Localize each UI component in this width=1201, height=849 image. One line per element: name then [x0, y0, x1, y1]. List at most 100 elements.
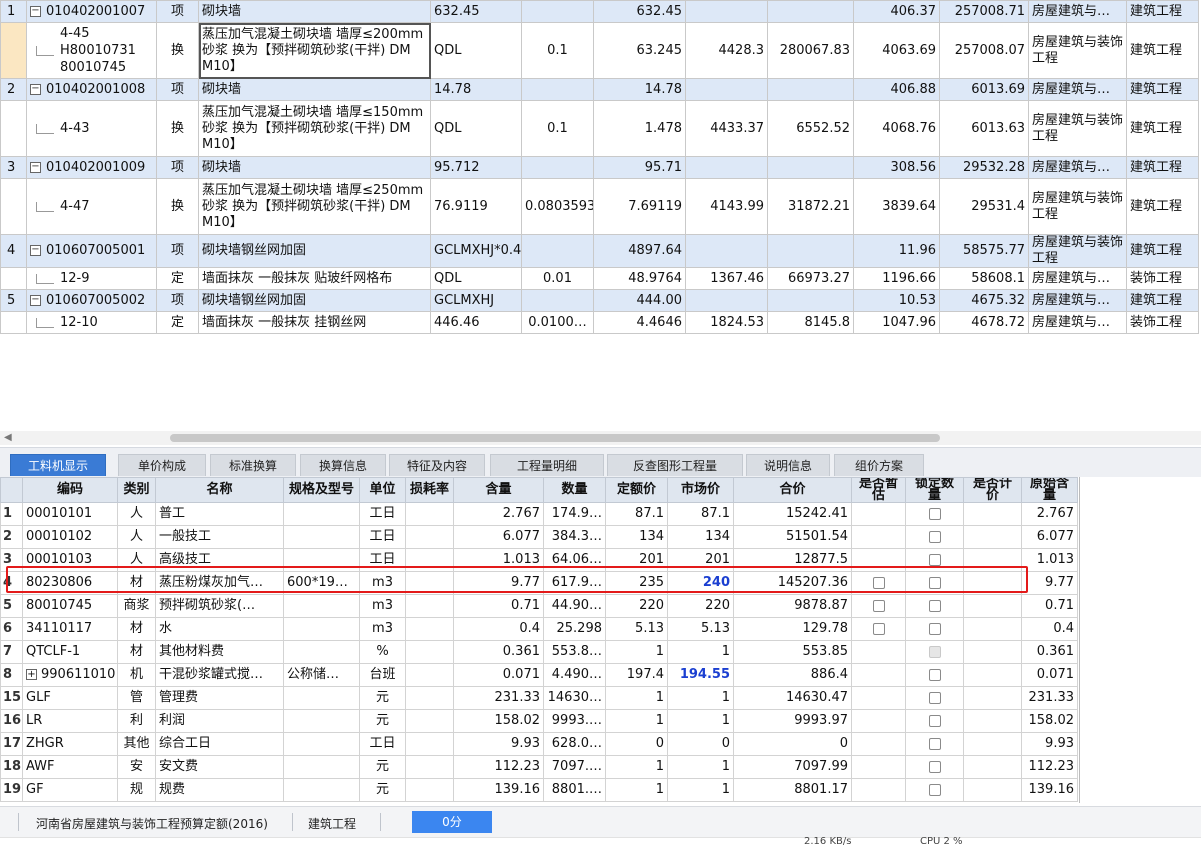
- composite-unit-price-cell[interactable]: 4068.76: [853, 100, 940, 157]
- type-cell[interactable]: 项: [156, 156, 199, 179]
- lock-quantity-checkbox[interactable]: [928, 553, 941, 566]
- unit-cell[interactable]: 工日: [359, 502, 406, 526]
- spec-cell[interactable]: [283, 778, 360, 802]
- content-coefficient-cell[interactable]: 0.0803593: [521, 178, 594, 235]
- content-cell[interactable]: 158.02: [453, 709, 544, 733]
- category-cell[interactable]: 安: [117, 755, 156, 779]
- profession-cell[interactable]: 房屋建筑与装饰工程: [1028, 22, 1127, 79]
- quantity-expression-cell[interactable]: QDL: [430, 267, 522, 290]
- total-price-cell[interactable]: 0: [733, 732, 852, 756]
- total-price-cell[interactable]: 8145.8: [767, 311, 854, 334]
- tab-1[interactable]: 单价构成: [118, 454, 206, 476]
- type-cell[interactable]: 项: [156, 78, 199, 101]
- quota-price-cell[interactable]: 1: [605, 640, 668, 664]
- column-header[interactable]: 数量: [543, 477, 606, 503]
- code-cell[interactable]: 4-45 H80010731 80010745: [26, 22, 157, 79]
- composite-total-cell[interactable]: 257008.71: [939, 0, 1029, 23]
- quota-price-cell[interactable]: 0: [605, 732, 668, 756]
- expand-icon[interactable]: +: [26, 669, 37, 680]
- lock-quantity-checkbox[interactable]: [928, 599, 941, 612]
- resource-row[interactable]: 18 AWF 安 安文费 元 112.23 7097.… 1 1 7097.99 112.23: [0, 755, 1078, 779]
- quantity-cell[interactable]: 44.90…: [543, 594, 606, 618]
- code-cell[interactable]: 12-9: [26, 267, 157, 290]
- scroll-left-arrow-icon[interactable]: ◀: [4, 432, 12, 443]
- quantity-cell[interactable]: 4.4646: [593, 311, 686, 334]
- total-price-cell[interactable]: [767, 234, 854, 268]
- is-priced-checkbox-cell[interactable]: [963, 502, 1022, 526]
- lock-quantity-checkbox-cell[interactable]: [905, 778, 964, 802]
- is-priced-checkbox-cell[interactable]: [963, 594, 1022, 618]
- lock-quantity-checkbox[interactable]: [928, 760, 941, 773]
- quantity-cell[interactable]: 553.8…: [543, 640, 606, 664]
- profession-cell[interactable]: 房屋建筑与装饰工程: [1028, 178, 1127, 235]
- lock-quantity-checkbox-cell[interactable]: [905, 502, 964, 526]
- lock-quantity-checkbox-cell[interactable]: [905, 525, 964, 549]
- is-priced-checkbox-cell[interactable]: [963, 663, 1022, 687]
- content-cell[interactable]: 0.361: [453, 640, 544, 664]
- column-header[interactable]: 单位: [359, 477, 406, 503]
- resource-code-cell[interactable]: GF: [22, 778, 118, 802]
- spec-cell[interactable]: 公称储…: [283, 663, 360, 687]
- spec-cell[interactable]: [283, 525, 360, 549]
- name-cell[interactable]: 砌块墙: [198, 78, 431, 101]
- quantity-cell[interactable]: 7.69119: [593, 178, 686, 235]
- tab-3[interactable]: 换算信息: [300, 454, 386, 476]
- resource-row[interactable]: 2 00010102 人 一般技工 工日 6.077 384.3… 134 134 51501.5…: [0, 525, 1078, 549]
- is-estimate-checkbox-cell[interactable]: [851, 571, 906, 595]
- horizontal-scrollbar[interactable]: ◀: [0, 431, 1201, 445]
- unit-cell[interactable]: 工日: [359, 732, 406, 756]
- market-price-cell[interactable]: 1: [667, 686, 734, 710]
- tab-8[interactable]: 组价方案: [834, 454, 924, 476]
- total-price-cell[interactable]: 6552.52: [767, 100, 854, 157]
- loss-rate-cell[interactable]: [405, 709, 454, 733]
- unit-price-cell[interactable]: [685, 78, 768, 101]
- quantity-cell[interactable]: 4.490…: [543, 663, 606, 687]
- type-cell[interactable]: 换: [156, 178, 199, 235]
- composite-total-cell[interactable]: 29532.28: [939, 156, 1029, 179]
- resource-row[interactable]: 8 +990611010 机 干混砂浆罐式搅… 公称储… 台班 0.071 4.490… 197…: [0, 663, 1078, 687]
- quota-sub-row[interactable]: 4-45 H80010731 80010745 换蒸压加气混凝土砌块墙 墙厚≤200m…: [0, 22, 1199, 79]
- resource-name-cell[interactable]: 管理费: [155, 686, 284, 710]
- name-cell[interactable]: 蒸压加气混凝土砌块墙 墙厚≤200mm 砂浆 换为【预拌砌筑砂浆(干拌) DM …: [198, 22, 431, 79]
- category-cell[interactable]: 利: [117, 709, 156, 733]
- quantity-cell[interactable]: 95.71: [593, 156, 686, 179]
- profession-cell[interactable]: 房屋建筑与…: [1028, 156, 1127, 179]
- quantity-cell[interactable]: 64.06…: [543, 548, 606, 572]
- is-priced-checkbox-cell[interactable]: [963, 640, 1022, 664]
- original-content-cell[interactable]: 231.33: [1021, 686, 1078, 710]
- quantity-cell[interactable]: 48.9764: [593, 267, 686, 290]
- unit-cell[interactable]: 元: [359, 709, 406, 733]
- is-estimate-checkbox-cell[interactable]: [851, 686, 906, 710]
- resource-code-cell[interactable]: ZHGR: [22, 732, 118, 756]
- quantity-cell[interactable]: 14.78: [593, 78, 686, 101]
- quota-price-cell[interactable]: 1: [605, 778, 668, 802]
- category-cell[interactable]: 人: [117, 548, 156, 572]
- column-header[interactable]: 是否计价: [963, 477, 1022, 503]
- profession-cell[interactable]: 房屋建筑与装饰工程: [1028, 100, 1127, 157]
- category-cell[interactable]: 材: [117, 640, 156, 664]
- tab-7[interactable]: 说明信息: [746, 454, 830, 476]
- quota-price-cell[interactable]: 197.4: [605, 663, 668, 687]
- quantity-cell[interactable]: 384.3…: [543, 525, 606, 549]
- unit-price-cell[interactable]: [685, 0, 768, 23]
- unit-cell[interactable]: m3: [359, 571, 406, 595]
- resource-code-cell[interactable]: LR: [22, 709, 118, 733]
- profession-cell[interactable]: 房屋建筑与…: [1028, 78, 1127, 101]
- total-price-cell[interactable]: 7097.99: [733, 755, 852, 779]
- is-estimate-checkbox[interactable]: [872, 622, 885, 635]
- quota-price-cell[interactable]: 134: [605, 525, 668, 549]
- quantity-expression-cell[interactable]: 95.712: [430, 156, 522, 179]
- resource-row[interactable]: 16 LR 利 利润 元 158.02 9993.… 1 1 9993.97 158.02: [0, 709, 1078, 733]
- unit-price-cell[interactable]: [685, 289, 768, 312]
- type-cell[interactable]: 换: [156, 100, 199, 157]
- quantity-cell[interactable]: 628.0…: [543, 732, 606, 756]
- unit-cell[interactable]: 元: [359, 778, 406, 802]
- major-category-cell[interactable]: 建筑工程: [1126, 156, 1199, 179]
- quantity-cell[interactable]: 8801.…: [543, 778, 606, 802]
- is-priced-checkbox-cell[interactable]: [963, 732, 1022, 756]
- total-price-cell[interactable]: 553.85: [733, 640, 852, 664]
- resource-name-cell[interactable]: 普工: [155, 502, 284, 526]
- unit-price-cell[interactable]: 4433.37: [685, 100, 768, 157]
- quantity-cell[interactable]: 1.478: [593, 100, 686, 157]
- composite-total-cell[interactable]: 4678.72: [939, 311, 1029, 334]
